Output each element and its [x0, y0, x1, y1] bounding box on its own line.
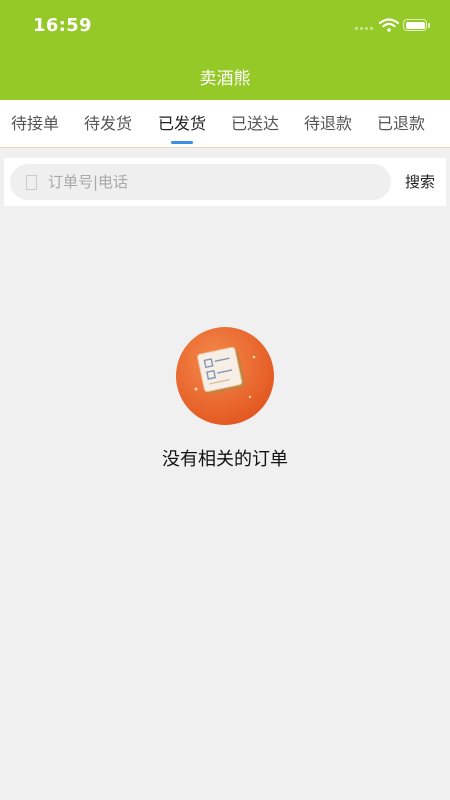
tab-delivered[interactable]: 已送达 — [220, 100, 290, 147]
page-title: 卖酒熊 — [199, 69, 251, 89]
tab-shipped[interactable]: 已发货 — [147, 100, 217, 147]
search-icon — [26, 175, 37, 190]
tab-pending-accept[interactable]: 待接单 — [0, 100, 70, 147]
tab-refunded[interactable]: 已退款 — [366, 100, 436, 147]
app-header: 16:59 卖酒熊 — [0, 0, 450, 100]
wifi-icon — [379, 18, 399, 32]
tab-pending-refund[interactable]: 待退款 — [293, 100, 363, 147]
search-input[interactable] — [48, 164, 378, 200]
empty-state-message: 没有相关的订单 — [162, 449, 288, 470]
status-bar: 16:59 — [0, 0, 450, 52]
order-status-tabs: 待接单 待发货 已发货 已送达 待退款 已退款 — [0, 100, 450, 148]
battery-cap — [428, 23, 430, 28]
search-bar: 搜索 — [4, 158, 446, 206]
order-document-icon — [176, 327, 274, 425]
search-field-container[interactable] — [10, 164, 391, 200]
search-button[interactable]: 搜索 — [398, 158, 442, 206]
battery-icon — [403, 19, 427, 31]
tab-pending-ship[interactable]: 待发货 — [73, 100, 143, 147]
status-time: 16:59 — [33, 15, 92, 36]
active-tab-indicator — [171, 141, 193, 144]
cellular-signal-icon — [355, 27, 375, 31]
